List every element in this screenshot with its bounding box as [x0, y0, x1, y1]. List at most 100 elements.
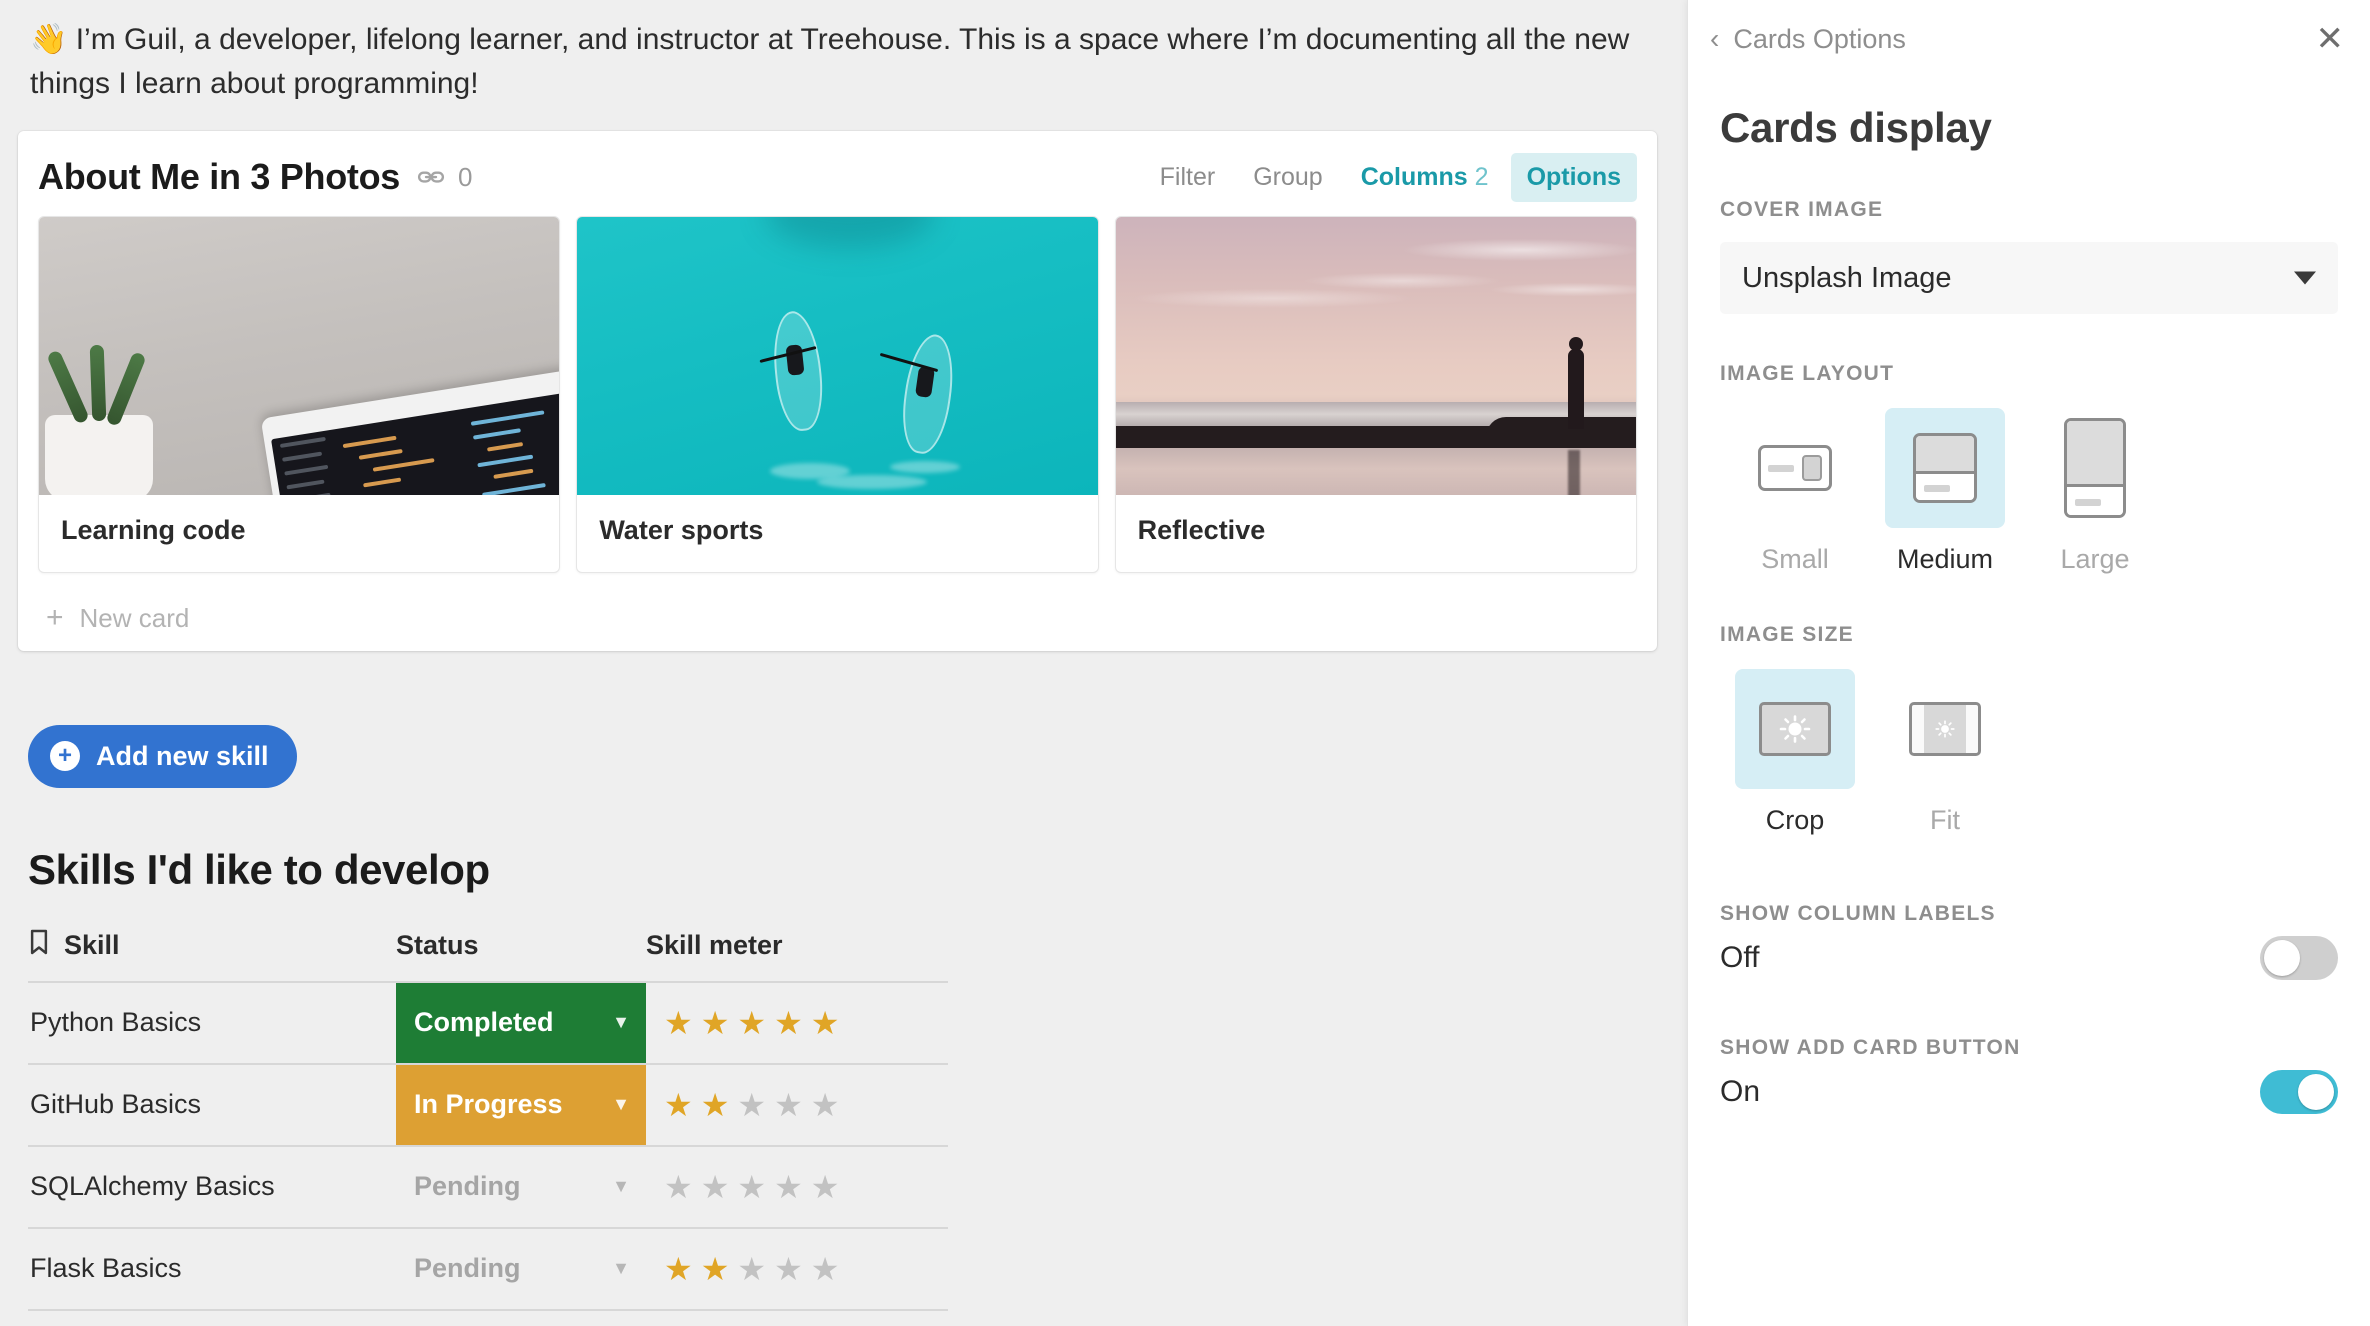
filter-button[interactable]: Filter [1144, 153, 1232, 202]
link-icon[interactable] [416, 162, 446, 192]
cards-toolbar: Filter Group Columns 2 Options [1144, 152, 1637, 202]
star-empty-icon[interactable]: ★ [811, 1089, 840, 1121]
sunset-beach-silhouette-photo [1115, 216, 1636, 495]
crop-icon [1759, 702, 1831, 756]
bookmark-icon [28, 928, 50, 963]
column-header-status: Status [396, 927, 646, 983]
layout-small-icon [1758, 445, 1832, 491]
star-rating[interactable]: ★ ★ ★ ★ ★ [664, 1253, 947, 1285]
status-dropdown[interactable]: Pending ▼ [396, 1147, 646, 1227]
table-row: SQLAlchemy Basics Pending ▼ ★ ★ ★ ★ ★ [28, 1145, 948, 1229]
status-dropdown[interactable]: Pending ▼ [396, 1229, 646, 1309]
intro-paragraph: 👋 I’m Guil, a developer, lifelong learne… [30, 18, 1651, 107]
image-layout-option-small[interactable]: Small [1720, 408, 1870, 575]
image-size-option-fit-label: Fit [1930, 805, 1960, 835]
star-empty-icon[interactable]: ★ [664, 1171, 693, 1203]
image-size-option-crop[interactable]: Crop [1720, 669, 1870, 836]
laptop-decor [261, 362, 560, 495]
star-empty-icon[interactable]: ★ [811, 1253, 840, 1285]
status-label: Completed [414, 1007, 554, 1038]
image-layout-option-medium-label: Medium [1896, 544, 1994, 574]
star-empty-icon[interactable]: ★ [701, 1171, 730, 1203]
star-rating[interactable]: ★ ★ ★ ★ ★ [664, 1171, 947, 1203]
show-add-card-button-toggle[interactable] [2260, 1070, 2338, 1114]
skill-meter-cell: ★ ★ ★ ★ ★ [646, 1145, 948, 1229]
star-filled-icon[interactable]: ★ [664, 1089, 693, 1121]
cover-image-select[interactable]: Unsplash Image [1720, 242, 2338, 314]
image-size-option-fit[interactable]: Fit [1870, 669, 2020, 836]
column-header-skill-meter: Skill meter [646, 927, 948, 983]
skill-meter-cell: ★ ★ ★ ★ ★ [646, 981, 948, 1065]
new-card-label: New card [79, 602, 190, 633]
add-new-skill-button[interactable]: + Add new skill [28, 724, 297, 788]
card-item[interactable]: Water sports [576, 215, 1099, 573]
star-empty-icon[interactable]: ★ [737, 1089, 766, 1121]
star-empty-icon[interactable]: ★ [774, 1253, 803, 1285]
options-button[interactable]: Options [1510, 152, 1637, 202]
star-empty-icon[interactable]: ★ [774, 1171, 803, 1203]
status-label: Pending [414, 1171, 521, 1202]
columns-label: Columns [1360, 162, 1468, 191]
image-layout-label: Image layout [1720, 362, 1895, 385]
plant-pot-decor [45, 414, 153, 495]
close-icon[interactable]: ✕ [2316, 22, 2345, 56]
skills-table: Skill Status Skill meter Python Basics Co… [28, 927, 948, 1326]
show-column-labels-toggle[interactable] [2260, 936, 2338, 980]
clouds-decor [1115, 216, 1636, 327]
table-row: Flask Basics Pending ▼ ★ ★ ★ ★ ★ [28, 1227, 948, 1311]
card-caption: Reflective [1137, 514, 1266, 545]
star-filled-icon[interactable]: ★ [737, 1007, 766, 1039]
cover-image-value: Unsplash Image [1742, 261, 1952, 294]
show-column-labels-row: Off [1720, 936, 2338, 980]
image-layout-option-large[interactable]: Large [2020, 408, 2170, 575]
new-card-button[interactable]: + New card [46, 603, 1637, 634]
star-rating[interactable]: ★ ★ ★ ★ ★ [664, 1089, 947, 1121]
image-size-label: Image size [1720, 623, 1854, 646]
star-filled-icon[interactable]: ★ [774, 1007, 803, 1039]
star-filled-icon[interactable]: ★ [811, 1007, 840, 1039]
group-button[interactable]: Group [1237, 153, 1338, 202]
status-cell: Pending ▼ [396, 1227, 646, 1311]
cards-block: About Me in 3 Photos 0 Filter Group Colu… [18, 130, 1657, 651]
chevron-down-icon: ▼ [612, 1012, 630, 1033]
star-empty-icon[interactable]: ★ [774, 1089, 803, 1121]
cards-block-title: About Me in 3 Photos [38, 156, 400, 198]
table-tail-row [28, 1309, 948, 1326]
star-filled-icon[interactable]: ★ [701, 1089, 730, 1121]
panel-header: ‹ Cards Options ✕ [1688, 0, 2370, 56]
star-filled-icon[interactable]: ★ [664, 1253, 693, 1285]
cards-row: Learning code Water sports Reflective [38, 215, 1637, 573]
card-item[interactable]: Learning code [38, 215, 561, 573]
layout-large-icon [2064, 418, 2126, 518]
star-rating[interactable]: ★ ★ ★ ★ ★ [664, 1007, 947, 1039]
panel-breadcrumb[interactable]: Cards Options [1733, 24, 1906, 55]
star-empty-icon[interactable]: ★ [811, 1171, 840, 1203]
sun-glyph [1779, 715, 1811, 743]
panel-title: Cards display [1720, 104, 1992, 151]
star-filled-icon[interactable]: ★ [701, 1253, 730, 1285]
intro-text: I’m Guil, a developer, lifelong learner,… [30, 23, 1630, 101]
card-caption: Learning code [61, 514, 246, 545]
image-layout-option-medium[interactable]: Medium [1870, 408, 2020, 575]
plus-circle-icon: + [50, 741, 80, 772]
image-size-options: Crop Fit [1720, 669, 2370, 836]
tail-cell [396, 1309, 646, 1326]
star-filled-icon[interactable]: ★ [701, 1007, 730, 1039]
tail-cell [28, 1309, 396, 1326]
show-add-card-button-row: On [1720, 1070, 2338, 1114]
table-row: Python Basics Completed ▼ ★ ★ ★ ★ ★ [28, 981, 948, 1065]
star-empty-icon[interactable]: ★ [737, 1253, 766, 1285]
status-label: Pending [414, 1253, 521, 1284]
status-dropdown[interactable]: Completed ▼ [396, 982, 646, 1063]
chevron-left-icon[interactable]: ‹ [1710, 25, 1719, 53]
status-label: In Progress [414, 1089, 563, 1120]
plus-icon: + [46, 601, 64, 635]
columns-button[interactable]: Columns 2 [1345, 153, 1505, 202]
table-header-row: Skill Status Skill meter [28, 927, 948, 983]
star-empty-icon[interactable]: ★ [737, 1171, 766, 1203]
leaf-decor [89, 344, 107, 422]
card-item[interactable]: Reflective [1114, 215, 1637, 573]
status-dropdown[interactable]: In Progress ▼ [396, 1064, 646, 1145]
laptop-with-code-photo [39, 216, 560, 495]
star-filled-icon[interactable]: ★ [664, 1007, 693, 1039]
